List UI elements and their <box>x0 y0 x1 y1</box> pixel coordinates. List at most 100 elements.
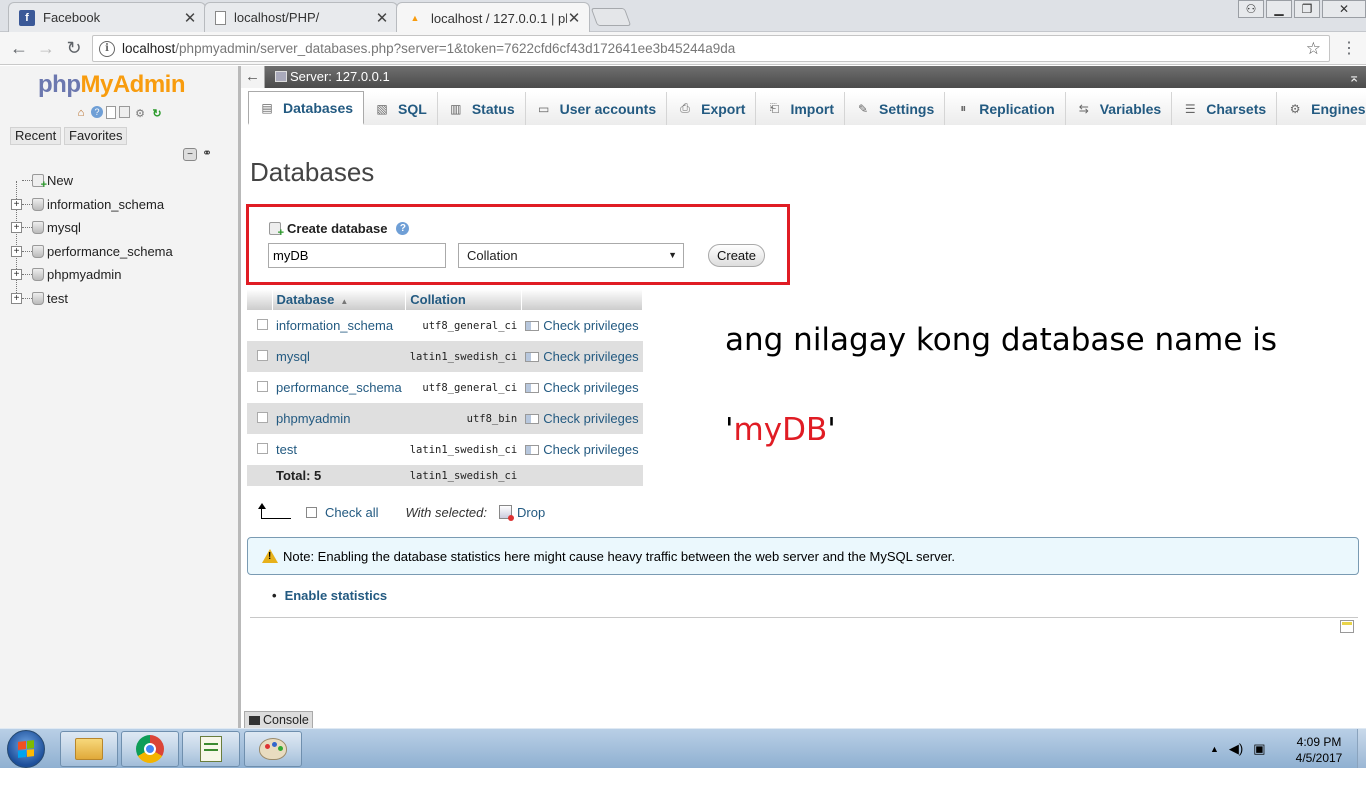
collapse-nav-arrow-icon[interactable]: ← <box>241 66 265 88</box>
browser-tab-phpmyadmin[interactable]: ▲ localhost / 127.0.0.1 | php ✕ <box>396 2 590 33</box>
breadcrumb-server[interactable]: Server: 127.0.0.1 <box>275 69 390 84</box>
close-icon[interactable]: ✕ <box>183 9 197 27</box>
check-all-checkbox[interactable] <box>306 506 317 518</box>
browser-tab-bar: f Facebook ✕ localhost/PHP/ ✕ ▲ localhos… <box>0 0 1366 33</box>
settings-gear-icon[interactable]: ⚙ <box>133 106 147 120</box>
check-all-label[interactable]: Check all <box>325 505 378 520</box>
drop-button[interactable]: Drop <box>517 505 545 520</box>
clock[interactable]: 4:09 PM 4/5/2017 <box>1282 734 1356 766</box>
tree-item-new[interactable]: New <box>8 169 238 193</box>
privileges-icon <box>525 383 540 393</box>
restore-icon[interactable]: ❐ <box>1294 0 1320 18</box>
home-icon[interactable]: ⌂ <box>74 106 88 120</box>
minimize-icon[interactable]: ▁ <box>1266 0 1292 18</box>
browser-menu-icon[interactable]: ⋮ <box>1338 37 1360 59</box>
tab-user-accounts[interactable]: ▭ User accounts <box>525 92 668 125</box>
recent-button[interactable]: Recent <box>10 127 62 145</box>
enable-statistics-link[interactable]: Enable statistics <box>272 588 388 603</box>
tab-engines[interactable]: ⚙ Engines <box>1277 92 1366 125</box>
browser-tab-facebook[interactable]: f Facebook ✕ <box>8 2 206 32</box>
close-icon[interactable]: ✕ <box>567 9 581 27</box>
tab-sql[interactable]: ▧ SQL <box>364 92 438 125</box>
database-link[interactable]: information_schema <box>272 310 406 341</box>
tab-status[interactable]: ▥ Status <box>437 92 526 125</box>
row-checkbox[interactable] <box>257 412 268 423</box>
check-privileges-link[interactable]: Check privileges <box>521 341 643 372</box>
taskbar-paint[interactable] <box>244 731 302 767</box>
show-hidden-icons-icon[interactable]: ▲ <box>1210 744 1219 754</box>
column-header-collation[interactable]: Collation <box>405 289 522 310</box>
tab-replication[interactable]: ⏸ Replication <box>945 92 1066 125</box>
reload-icon[interactable]: ↻ <box>63 37 85 59</box>
show-desktop-button[interactable] <box>1357 729 1366 769</box>
tab-charsets[interactable]: ☰ Charsets <box>1172 92 1278 125</box>
total-label: Total: 5 <box>272 465 406 486</box>
tree-item-database[interactable]: + mysql <box>8 216 238 240</box>
taskbar-file-explorer[interactable] <box>60 731 118 767</box>
check-privileges-link[interactable]: Check privileges <box>521 310 643 341</box>
collapse-all-icon[interactable]: − <box>183 148 197 161</box>
close-icon[interactable]: ✕ <box>375 9 389 27</box>
taskbar-chrome[interactable] <box>121 731 179 767</box>
tree-item-database[interactable]: + performance_schema <box>8 240 238 264</box>
database-link[interactable]: phpmyadmin <box>272 403 406 434</box>
tab-databases[interactable]: ▤ Databases <box>248 91 365 125</box>
expand-icon[interactable]: + <box>11 245 22 257</box>
favorites-button[interactable]: Favorites <box>64 127 128 145</box>
expand-icon[interactable]: + <box>11 269 22 281</box>
expand-icon[interactable]: + <box>11 222 22 234</box>
tree-controls: − ⚭ <box>183 147 214 161</box>
window-close-icon[interactable]: ✕ <box>1322 0 1366 18</box>
tree-item-database[interactable]: + test <box>8 287 238 311</box>
new-tab-button[interactable] <box>590 8 632 26</box>
console-tab[interactable]: Console <box>244 711 313 728</box>
column-header-database[interactable]: Database ▲ <box>272 289 407 310</box>
drop-icon[interactable] <box>499 505 514 521</box>
notepad-icon <box>200 736 222 762</box>
collation-select[interactable]: Collation ▼ <box>458 243 684 268</box>
address-bar[interactable]: i localhost/phpmyadmin/server_databases.… <box>92 35 1330 62</box>
query-window-icon[interactable] <box>119 106 130 118</box>
tree-item-database[interactable]: + information_schema <box>8 193 238 217</box>
back-arrow-icon[interactable]: ← <box>8 37 30 59</box>
database-name-input[interactable] <box>268 243 446 268</box>
import-icon: ⎗ <box>769 101 780 115</box>
reload-navigation-icon[interactable]: ↻ <box>150 106 164 120</box>
browser-tab-localhost-php[interactable]: localhost/PHP/ ✕ <box>204 2 398 32</box>
create-button[interactable]: Create <box>708 244 765 267</box>
row-checkbox[interactable] <box>257 350 268 361</box>
row-checkbox[interactable] <box>257 319 268 330</box>
expand-icon[interactable]: + <box>11 198 22 210</box>
help-icon[interactable]: ? <box>396 222 410 235</box>
tab-settings[interactable]: ✎ Settings <box>845 92 946 125</box>
check-privileges-link[interactable]: Check privileges <box>521 372 643 403</box>
tab-import[interactable]: ⎗ Import <box>756 92 846 125</box>
tab-export[interactable]: ⎙ Export <box>667 92 757 125</box>
database-link[interactable]: performance_schema <box>272 372 406 403</box>
expand-icon[interactable]: + <box>11 292 22 304</box>
info-icon[interactable]: i <box>99 40 115 57</box>
notes-icon[interactable] <box>1340 620 1354 633</box>
check-privileges-link[interactable]: Check privileges <box>521 434 643 465</box>
check-privileges-link[interactable]: Check privileges <box>521 403 643 434</box>
bookmark-star-icon[interactable]: ☆ <box>1306 39 1321 59</box>
start-button[interactable] <box>7 730 45 768</box>
database-icon <box>32 244 44 258</box>
database-link[interactable]: mysql <box>272 341 406 372</box>
taskbar-notepad[interactable] <box>182 731 240 767</box>
profile-icon[interactable]: ⚇ <box>1238 0 1264 18</box>
tree-item-database[interactable]: + phpmyadmin <box>8 263 238 287</box>
privileges-icon <box>525 445 540 455</box>
phpmyadmin-logo[interactable]: phpMyAdmin <box>38 71 185 99</box>
documentation-icon[interactable] <box>106 106 116 119</box>
forward-arrow-icon[interactable]: → <box>35 37 57 59</box>
help-icon[interactable]: ? <box>91 106 103 118</box>
tab-variables[interactable]: ⇆ Variables <box>1065 92 1173 125</box>
row-checkbox[interactable] <box>257 381 268 392</box>
volume-icon[interactable]: ◀) <box>1229 741 1243 757</box>
row-checkbox[interactable] <box>257 443 268 454</box>
scroll-top-icon[interactable]: ⌅ <box>1348 69 1360 86</box>
network-icon[interactable]: ▣ <box>1253 741 1265 757</box>
database-link[interactable]: test <box>272 434 406 465</box>
link-icon[interactable]: ⚭ <box>200 147 214 161</box>
